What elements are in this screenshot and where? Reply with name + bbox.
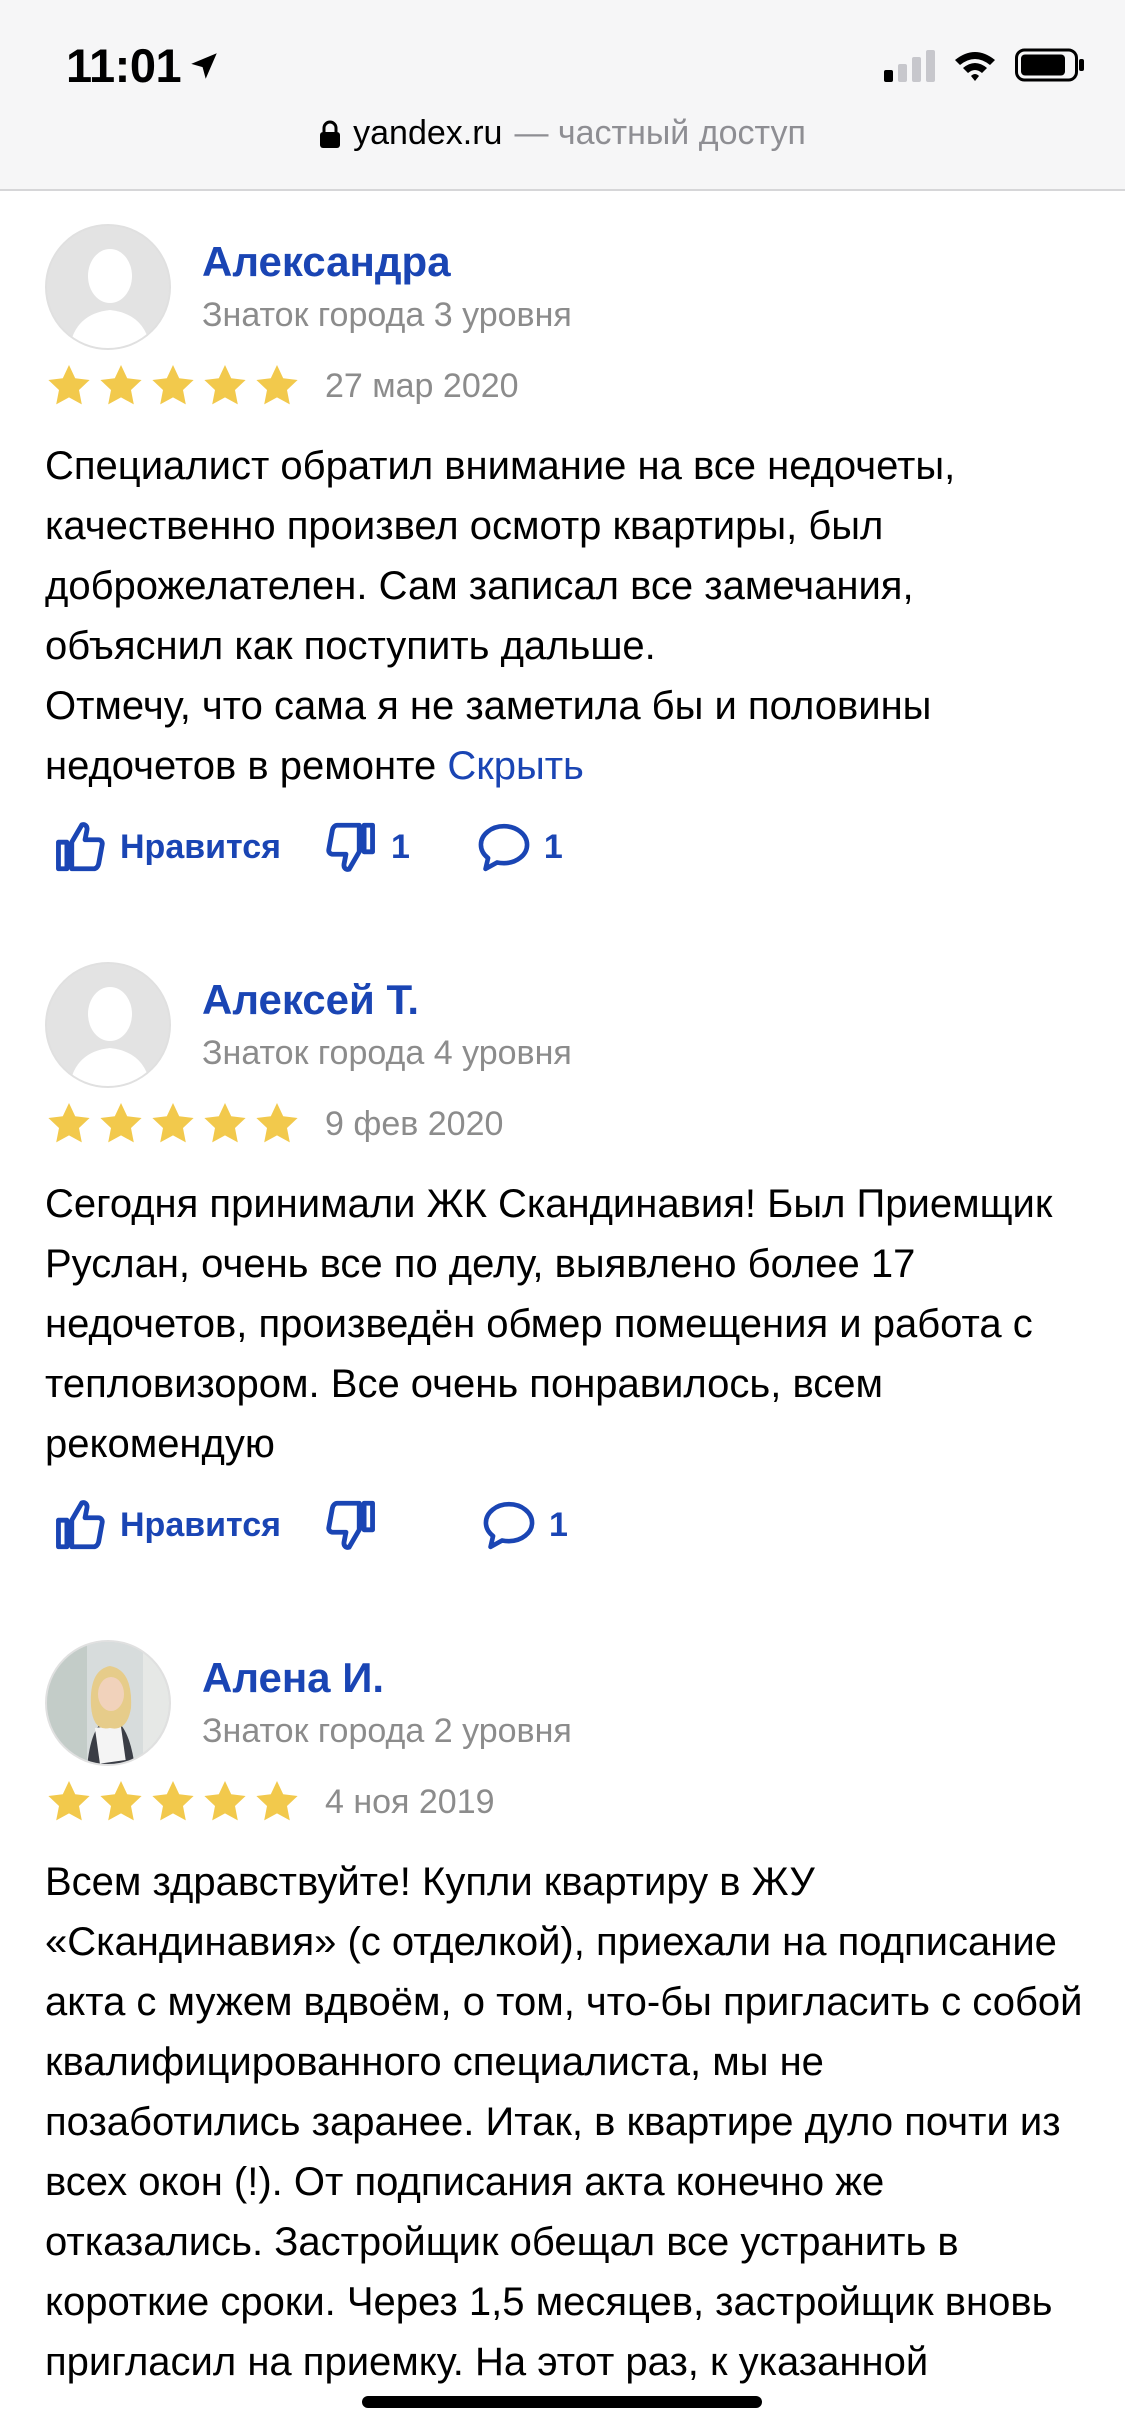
star-icon	[152, 1781, 194, 1821]
cellular-signal-icon	[884, 48, 935, 82]
thumbs-up-icon	[56, 1500, 105, 1550]
status-time: 11:01	[66, 38, 221, 93]
rating-row: 9 фев 2020	[45, 1100, 503, 1148]
thumbs-down-icon	[326, 822, 375, 872]
review-text: Сегодня принимали ЖК Скандинавия! Был Пр…	[45, 1174, 1085, 1474]
url-host: yandex.ru	[353, 114, 503, 152]
rating-row: 27 мар 2020	[45, 362, 519, 410]
star-icon	[256, 1781, 298, 1821]
star-rating	[45, 362, 301, 410]
reviewer-level: Знаток города 4 уровня	[202, 1034, 572, 1072]
star-icon	[204, 1781, 246, 1821]
reviewer-level: Знаток города 2 уровня	[202, 1712, 572, 1750]
star-icon	[204, 365, 246, 405]
like-button[interactable]: Нравится	[50, 1496, 281, 1554]
review-text: Специалист обратил внимание на все недоч…	[45, 436, 1085, 796]
reviewer-level: Знаток города 3 уровня	[202, 296, 572, 334]
review-paragraph: Отмечу, что сама я не заметила бы и поло…	[45, 676, 1085, 796]
star-icon	[256, 365, 298, 405]
user-photo	[47, 1642, 169, 1764]
star-icon	[48, 1781, 90, 1821]
review-date: 4 ноя 2019	[325, 1782, 495, 1821]
reviewer-name[interactable]: Алексей Т.	[202, 976, 419, 1024]
star-rating	[45, 1778, 301, 1826]
default-user-icon	[47, 226, 169, 348]
dislike-button[interactable]: 1	[323, 818, 410, 876]
like-button[interactable]: Нравится	[50, 818, 281, 876]
star-icon	[48, 1103, 90, 1143]
avatar[interactable]	[45, 1640, 171, 1766]
review-text: Всем здравствуйте! Купли квартиру в ЖУ «…	[45, 1852, 1085, 2392]
private-access-note: — частный доступ	[514, 114, 806, 152]
review-paragraph: Сегодня принимали ЖК Скандинавия! Был Пр…	[45, 1182, 1053, 1466]
comments-button[interactable]: 1	[479, 1496, 568, 1554]
comment-count: 1	[549, 1505, 568, 1544]
thumbs-down-icon	[326, 1500, 375, 1550]
lock-icon	[320, 120, 341, 148]
dislike-count: 1	[391, 827, 410, 866]
comment-count: 1	[543, 827, 563, 866]
review-actions: Нравится 1 1	[50, 812, 563, 882]
avatar[interactable]	[45, 224, 171, 350]
comment-icon	[478, 823, 530, 872]
location-arrow-icon	[191, 52, 217, 79]
like-label: Нравится	[120, 827, 281, 866]
like-label: Нравится	[120, 1505, 281, 1544]
browser-header: 11:01 yandex.ru — частный доступ	[0, 0, 1125, 191]
star-icon	[204, 1103, 246, 1143]
star-icon	[100, 1103, 142, 1143]
review-date: 9 фев 2020	[325, 1104, 504, 1143]
star-icon	[48, 365, 90, 405]
star-icon	[100, 365, 142, 405]
avatar[interactable]	[45, 962, 171, 1088]
default-user-icon	[47, 964, 169, 1086]
rating-row: 4 ноя 2019	[45, 1778, 495, 1826]
status-icons	[884, 48, 1085, 82]
thumbs-up-icon	[56, 822, 105, 872]
time-text: 11:01	[66, 39, 182, 92]
review-paragraph: Специалист обратил внимание на все недоч…	[45, 444, 956, 668]
address-bar[interactable]: yandex.ru — частный доступ	[0, 114, 1125, 153]
star-rating	[45, 1100, 301, 1148]
dislike-button[interactable]	[323, 1496, 391, 1554]
reviewer-name[interactable]: Алена И.	[202, 1654, 384, 1702]
comment-icon	[483, 1501, 535, 1550]
star-icon	[100, 1781, 142, 1821]
home-indicator[interactable]	[362, 2396, 762, 2408]
star-icon	[152, 365, 194, 405]
reviewer-name[interactable]: Александра	[202, 238, 451, 286]
battery-icon	[1015, 48, 1084, 82]
hide-link[interactable]: Скрыть	[447, 744, 584, 788]
review-date: 27 мар 2020	[325, 366, 519, 405]
star-icon	[256, 1103, 298, 1143]
review-actions: Нравится 1	[50, 1490, 568, 1560]
star-icon	[152, 1103, 194, 1143]
review-paragraph: Всем здравствуйте! Купли квартиру в ЖУ «…	[45, 1860, 1083, 2384]
wifi-icon	[955, 52, 995, 81]
comments-button[interactable]: 1	[474, 818, 563, 876]
